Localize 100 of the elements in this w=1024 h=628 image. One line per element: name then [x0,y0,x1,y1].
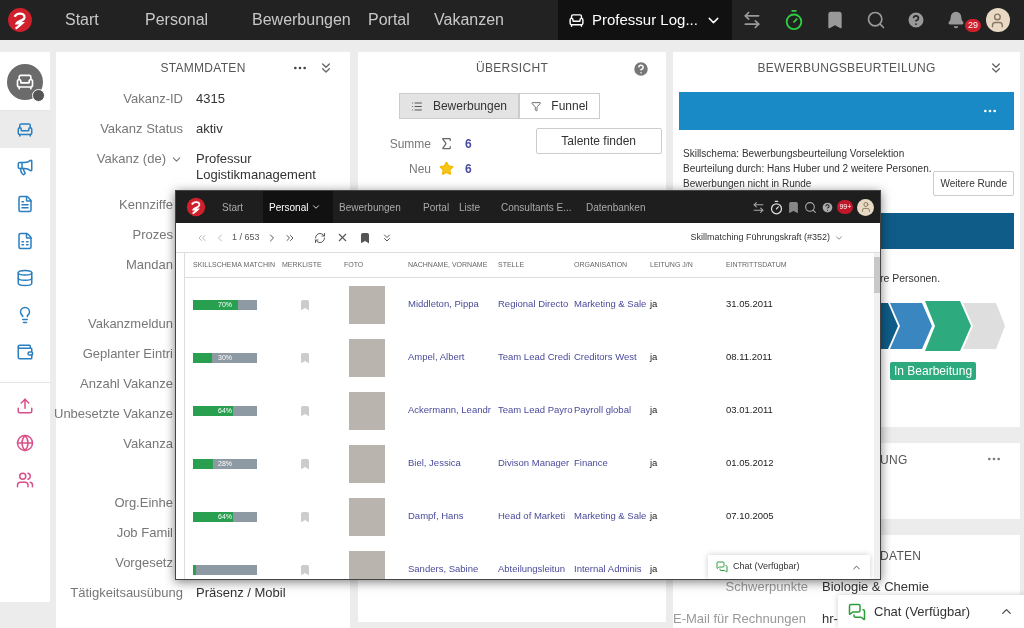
nav-link[interactable]: Personal [145,8,252,32]
help-icon[interactable] [820,200,834,214]
status-badge: In Bearbeitung [890,362,977,380]
field-label: E-Mail für Rechnungen [673,609,806,628]
logo-icon[interactable] [186,197,206,217]
name-link[interactable]: Ackermann, Leandr [408,403,498,418]
position-cell-text: Divison Manager [498,456,571,471]
organisation-cell-text: Marketing & Sale [574,297,648,312]
field-value: Professur Logistikmanagement [196,151,317,183]
help-icon[interactable] [906,10,927,30]
bell-icon[interactable] [947,11,966,29]
lead-cell: ja [650,510,658,522]
upload-icon [16,396,34,415]
nav-tab[interactable]: Portal [417,191,453,223]
photo-placeholder [349,338,385,377]
chat-label: Chat (Verfügbar) [733,560,801,574]
search-icon[interactable] [804,200,817,214]
avatar[interactable] [857,198,875,216]
nav-tab[interactable]: Personal [263,191,333,223]
start-date-cell: 31.05.2011 [726,297,773,312]
nav-tab[interactable]: Start [216,191,263,223]
field-label: Kennziffe [119,197,173,213]
bookmark-icon[interactable] [358,231,371,244]
field-label: Org.Einhe [114,495,173,511]
field-label: Tätigkeitsausübung [70,585,183,601]
scrollbar[interactable] [874,253,880,579]
bookmark-icon[interactable] [787,200,801,214]
lead-cell: ja [650,404,658,416]
nav-link[interactable]: Vakanzen [434,8,528,32]
nav-tab[interactable]: Consultants E... [495,191,580,223]
position-cell-text: Abteilungsleitun [498,562,567,577]
nav-link[interactable]: Bewerbungen [252,8,368,32]
star-icon [439,161,454,176]
field-label: Vakanza [123,436,173,452]
chat-icon [848,602,866,621]
next-round-button[interactable]: Weitere Runde [933,171,1014,196]
field-label: Unbesetzte Vakanze [54,406,173,422]
name-link[interactable]: Ampel, Albert [408,350,498,365]
start-date-cell: 07.10.2005 [726,509,774,524]
sigma-icon [439,136,454,151]
stat-value: 6 [465,135,472,153]
sidebar-item[interactable] [0,111,50,148]
refresh-icon[interactable] [313,231,326,244]
field-value: Biologie & Chemie [822,578,929,596]
chat-widget[interactable]: Chat (Verfügbar) [708,555,870,579]
field-value: hr- [822,609,838,628]
photo-placeholder [349,497,385,536]
view-dropdown[interactable]: Skillmatching Führungskraft (#352) [690,230,844,245]
page-counter: 1 / 653 [232,230,260,244]
field-label: Vakanz-ID [123,91,183,107]
partial-text: re Personen. [880,272,941,284]
avatar[interactable] [985,8,1010,32]
nav-tab[interactable]: Datenbanken [580,191,660,223]
context-dropdown[interactable]: Professur Log... [558,0,732,40]
panel-title: DATEN [880,549,922,563]
view-toggle[interactable]: Funnel [519,93,600,119]
info-line: Beurteilung durch: Hans Huber und 2 weitere Personen. [683,162,932,176]
position-cell-text: Team Lead Credi [498,350,572,365]
chair-icon [568,11,585,29]
chair-icon [16,120,34,139]
megaphone-icon [16,157,34,176]
organisation-cell-text: Finance [574,456,609,471]
funnel-icon [531,99,542,113]
name-link[interactable]: Biel, Jessica [408,456,498,471]
position-cell-text: Regional Directo [498,297,570,312]
chat-widget[interactable]: Chat (Verfügbar) [838,595,1024,628]
photo-placeholder [349,285,385,324]
field-label: Geplanter Eintri [82,346,173,362]
nav-link[interactable]: Portal [368,8,434,32]
field-label: Job Famil [116,525,173,541]
nav-tab[interactable]: Bewerbungen [333,191,417,223]
view-toggle[interactable]: Bewerbungen [399,93,519,119]
search-icon[interactable] [865,10,886,30]
swap-arrows-icon[interactable] [751,200,765,214]
document-icon [16,194,34,213]
panel-title: BEWERBUNGSBEURTEILUNG [757,60,936,77]
field-label: Prozes [132,227,173,243]
find-talents-button[interactable]: Talente finden [535,128,662,154]
stat-label: Summe [388,135,431,153]
stopwatch-icon[interactable] [768,199,784,215]
field-label: Vakanzmeldun [87,316,173,332]
users-icon [16,470,34,489]
stat-value: 6 [465,160,472,178]
notification-badge: 29 [965,19,982,32]
chevron-down-icon [311,202,322,212]
name-link[interactable]: Dampf, Hans [408,509,498,524]
position-cell-text: Head of Marketi [498,509,567,524]
panel-title: ÜBERSICHT [475,60,548,77]
photo-placeholder [349,391,385,430]
database-icon [16,268,34,287]
nav-link[interactable]: Start [65,8,145,32]
start-date-cell: 01.05.2012 [726,456,774,471]
nav-tab[interactable]: Liste [453,191,495,223]
field-label: Vorgesetz [115,555,173,571]
field-value: 4315 [196,91,226,107]
name-link[interactable]: Sanders, Sabine [408,562,498,577]
field-label: Anzahl Vakanze [80,376,173,392]
name-link[interactable]: Middleton, Pippa [408,297,498,312]
logo-icon[interactable] [7,7,33,33]
lead-cell: ja [650,563,658,575]
